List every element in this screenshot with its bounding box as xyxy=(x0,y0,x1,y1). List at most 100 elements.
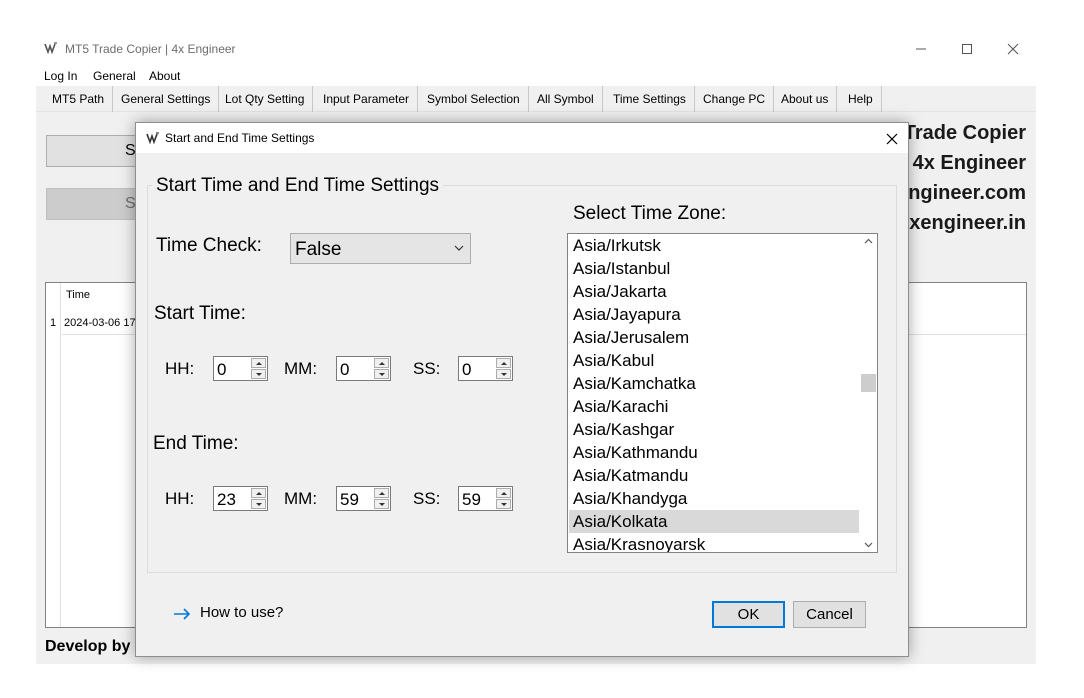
start-hh-value: 0 xyxy=(217,360,227,379)
start-mm-up[interactable] xyxy=(374,358,389,368)
tab-time-settings[interactable]: Time Settings xyxy=(605,86,695,112)
tab-change-pc[interactable]: Change PC xyxy=(695,86,775,112)
list-item-selected[interactable]: Asia/Kolkata xyxy=(569,510,859,533)
start-hh-up[interactable] xyxy=(251,358,266,368)
stop-button[interactable]: St xyxy=(46,188,146,220)
list-item[interactable]: Asia/Irkutsk xyxy=(569,234,859,257)
menu-general[interactable]: General xyxy=(93,69,136,83)
scroll-thumb[interactable] xyxy=(861,374,876,392)
end-hh-label: HH: xyxy=(165,489,195,508)
menu-bar: Log In General About xyxy=(36,66,1036,86)
close-icon[interactable] xyxy=(882,129,902,149)
spin-down-icon xyxy=(379,503,385,506)
close-icon xyxy=(1007,43,1019,55)
list-item[interactable]: Asia/Kamchatka xyxy=(569,372,859,395)
time-zone-label: Select Time Zone: xyxy=(573,203,727,224)
end-hh-value: 23 xyxy=(217,490,236,509)
ok-button[interactable]: OK xyxy=(712,601,785,628)
spin-down-icon xyxy=(501,373,507,376)
end-ss-spinner[interactable]: 59 xyxy=(458,486,513,511)
menu-login[interactable]: Log In xyxy=(44,69,77,83)
group-title: Start Time and End Time Settings xyxy=(152,175,444,197)
time-zone-list[interactable]: Asia/Irkutsk Asia/Istanbul Asia/Jakarta … xyxy=(567,233,878,553)
start-hh-down[interactable] xyxy=(251,369,266,379)
cancel-button[interactable]: Cancel xyxy=(793,601,866,628)
tab-mt5-path[interactable]: MT5 Path xyxy=(44,86,114,112)
close-button[interactable] xyxy=(990,36,1036,62)
list-item[interactable]: Asia/Khandyga xyxy=(569,487,859,510)
end-mm-label: MM: xyxy=(284,489,318,508)
app-title: MT5 Trade Copier | 4x Engineer xyxy=(65,42,236,56)
spin-down-icon xyxy=(501,503,507,506)
app-logo-icon xyxy=(44,42,57,54)
grid-row-header: 1 xyxy=(46,283,61,627)
menu-about[interactable]: About xyxy=(149,69,180,83)
chevron-down-icon[interactable] xyxy=(864,542,873,548)
how-to-use-link[interactable]: How to use? xyxy=(200,604,283,621)
tab-about-us[interactable]: About us xyxy=(773,86,838,112)
start-ss-up[interactable] xyxy=(496,358,511,368)
dialog-titlebar: Start and End Time Settings xyxy=(136,123,908,153)
start-time-label: Start Time: xyxy=(154,303,246,324)
start-ss-value: 0 xyxy=(462,360,472,379)
list-item[interactable]: Asia/Katmandu xyxy=(569,464,859,487)
time-settings-dialog: Start and End Time Settings Start Time a… xyxy=(135,122,909,657)
grid-row-number: 1 xyxy=(50,317,57,329)
start-ss-label: SS: xyxy=(413,359,441,378)
spin-up-icon xyxy=(501,492,507,495)
spin-up-icon xyxy=(501,362,507,365)
end-ss-up[interactable] xyxy=(496,488,511,498)
list-item[interactable]: Asia/Jakarta xyxy=(569,280,859,303)
minimize-button[interactable] xyxy=(898,36,944,62)
start-ss-spinner[interactable]: 0 xyxy=(458,356,513,381)
end-mm-up[interactable] xyxy=(374,488,389,498)
list-item[interactable]: Asia/Krasnoyarsk xyxy=(569,533,859,552)
brand-line-3: ngineer.com xyxy=(908,182,1026,204)
list-item[interactable]: Asia/Kashgar xyxy=(569,418,859,441)
minimize-icon xyxy=(916,48,926,50)
start-mm-spinner[interactable]: 0 xyxy=(336,356,391,381)
start-ss-down[interactable] xyxy=(496,369,511,379)
start-hh-spinner[interactable]: 0 xyxy=(213,356,268,381)
footer-developer: Develop by xyxy=(45,638,131,655)
end-mm-spinner[interactable]: 59 xyxy=(336,486,391,511)
end-ss-value: 59 xyxy=(462,490,481,509)
end-hh-down[interactable] xyxy=(251,499,266,509)
tab-symbol-selection[interactable]: Symbol Selection xyxy=(419,86,529,112)
chevron-up-icon[interactable] xyxy=(864,238,873,244)
spin-down-icon xyxy=(379,373,385,376)
grid-cell-time[interactable]: 2024-03-06 17 xyxy=(64,317,136,329)
list-item[interactable]: Asia/Kathmandu xyxy=(569,441,859,464)
main-titlebar: MT5 Trade Copier | 4x Engineer xyxy=(36,36,1036,62)
end-mm-down[interactable] xyxy=(374,499,389,509)
spin-up-icon xyxy=(256,492,262,495)
maximize-button[interactable] xyxy=(944,36,990,62)
end-hh-spinner[interactable]: 23 xyxy=(213,486,268,511)
tab-all-symbol[interactable]: All Symbol xyxy=(529,86,603,112)
list-scrollbar[interactable] xyxy=(860,234,877,552)
end-hh-up[interactable] xyxy=(251,488,266,498)
start-mm-down[interactable] xyxy=(374,369,389,379)
brand-line-1: Trade Copier xyxy=(903,122,1026,144)
list-item[interactable]: Asia/Kabul xyxy=(569,349,859,372)
tab-strip: MT5 Path General Settings Lot Qty Settin… xyxy=(36,86,1036,112)
brand-line-4: xengineer.in xyxy=(909,212,1026,234)
tab-help[interactable]: Help xyxy=(840,86,882,112)
end-ss-label: SS: xyxy=(413,489,441,508)
time-check-select[interactable]: False xyxy=(290,233,471,264)
list-item[interactable]: Asia/Jerusalem xyxy=(569,326,859,349)
end-time-label: End Time: xyxy=(153,433,239,454)
time-check-value: False xyxy=(295,239,342,260)
list-item[interactable]: Asia/Karachi xyxy=(569,395,859,418)
start-hh-label: HH: xyxy=(165,359,195,378)
start-button[interactable]: St xyxy=(46,135,146,167)
list-item[interactable]: Asia/Jayapura xyxy=(569,303,859,326)
grid-column-time[interactable]: Time xyxy=(66,289,90,301)
tab-general-settings[interactable]: General Settings xyxy=(113,86,220,112)
dialog-title: Start and End Time Settings xyxy=(165,131,315,145)
tab-lot-qty-setting[interactable]: Lot Qty Setting xyxy=(217,86,314,112)
tab-input-parameter[interactable]: Input Parameter xyxy=(315,86,419,112)
end-ss-down[interactable] xyxy=(496,499,511,509)
list-item[interactable]: Asia/Istanbul xyxy=(569,257,859,280)
app-logo-icon xyxy=(146,132,159,144)
